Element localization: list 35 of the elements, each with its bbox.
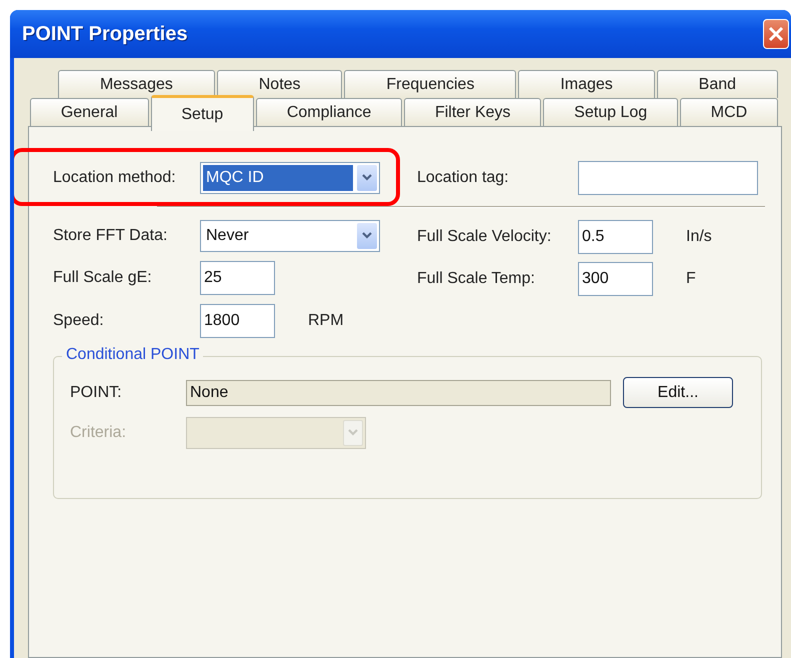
label: Location method: (53, 169, 177, 187)
dropdown[interactable]: MQC ID (200, 162, 380, 194)
tab[interactable]: Filter Keys (404, 98, 542, 126)
label: POINT: (70, 384, 123, 402)
label: Full Scale gE: (53, 269, 153, 287)
tab[interactable]: Setup Log (543, 98, 678, 126)
tab[interactable]: Messages (58, 70, 215, 98)
close-icon (768, 26, 784, 42)
label: Speed: (53, 312, 105, 330)
label: Full Scale Velocity: (417, 228, 552, 246)
input-field[interactable]: 300 (578, 262, 653, 296)
input-field: None (186, 380, 611, 406)
input-field[interactable]: 25 (200, 261, 275, 295)
dropdown[interactable]: Never (200, 220, 380, 252)
tab[interactable]: Compliance (256, 98, 402, 126)
tab[interactable]: Band (656, 70, 778, 98)
tab[interactable]: MCD (680, 98, 778, 126)
unit-label: F (686, 270, 696, 288)
label: Store FFT Data: (53, 227, 168, 245)
tab[interactable]: Images (518, 70, 655, 98)
unit-label: In/s (686, 228, 712, 246)
unit-label: RPM (308, 312, 344, 330)
tab[interactable]: Setup (150, 95, 254, 131)
close-button[interactable] (763, 19, 789, 49)
label: Location tag: (417, 169, 510, 187)
input-field[interactable] (578, 161, 758, 195)
label: Full Scale Temp: (417, 270, 536, 288)
edit-button[interactable]: Edit... (623, 377, 733, 408)
label: Criteria: (70, 424, 128, 442)
input-field[interactable]: 1800 (200, 304, 275, 338)
tab[interactable]: General (30, 98, 149, 126)
window-title: POINT Properties (22, 22, 188, 46)
tab[interactable]: Frequencies (344, 70, 516, 98)
input-field[interactable]: 0.5 (578, 220, 653, 254)
tab[interactable]: Notes (216, 70, 342, 98)
